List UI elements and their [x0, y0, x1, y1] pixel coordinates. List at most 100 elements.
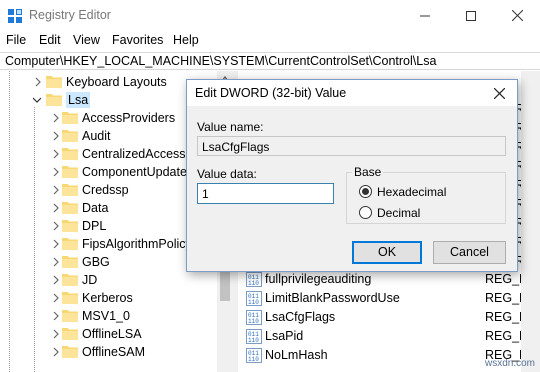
folder-icon: [62, 236, 78, 250]
menu-bar: File Edit View Favorites Help: [0, 31, 540, 50]
value-name: LimitBlankPasswordUse: [265, 291, 400, 305]
tree-item[interactable]: OfflineLSA: [0, 325, 232, 343]
value-name-label: Value name:: [197, 120, 264, 134]
close-icon: [493, 87, 505, 99]
menu-help[interactable]: Help: [173, 33, 199, 47]
menu-file[interactable]: File: [6, 33, 26, 47]
value-row[interactable]: 011 110 fullprivilegeauditing REG_BI: [238, 270, 540, 289]
chevron-right-icon[interactable]: [52, 293, 60, 303]
tree-item[interactable]: OfflineSAM: [0, 343, 232, 361]
chevron-right-icon[interactable]: [34, 77, 42, 87]
tree-item-label: ComponentUpdates: [82, 165, 194, 179]
address-bar[interactable]: Computer\HKEY_LOCAL_MACHINE\SYSTEM\Curre…: [0, 52, 540, 70]
tree-item[interactable]: JD: [0, 271, 232, 289]
dialog-close-button[interactable]: [487, 84, 511, 102]
regedit-icon: [8, 9, 22, 23]
chevron-right-icon[interactable]: [52, 221, 60, 231]
chevron-right-icon[interactable]: [52, 167, 60, 177]
svg-text:110: 110: [248, 337, 259, 344]
chevron-down-icon[interactable]: [33, 95, 41, 105]
tree-item-label: FipsAlgorithmPolicy: [82, 237, 192, 251]
tree-item-label: MSV1_0: [82, 309, 130, 323]
tree-item-label: OfflineLSA: [82, 327, 142, 341]
folder-icon: [62, 146, 78, 160]
minimize-icon: [420, 15, 430, 16]
close-icon: [511, 10, 523, 21]
folder-icon: [62, 164, 78, 178]
binary-value-icon: 011 110: [246, 310, 262, 325]
dialog-title-bar: Edit DWORD (32-bit) Value: [187, 80, 517, 106]
chevron-right-icon[interactable]: [52, 257, 60, 267]
svg-text:110: 110: [248, 280, 259, 287]
chevron-right-icon[interactable]: [52, 203, 60, 213]
tree-item-label: OfflineSAM: [82, 345, 145, 359]
folder-icon: [62, 182, 78, 196]
close-window-button[interactable]: [494, 0, 540, 31]
chevron-right-icon[interactable]: [52, 275, 60, 285]
tree-item-label: Keyboard Layouts: [66, 75, 167, 89]
folder-icon: [62, 272, 78, 286]
chevron-right-icon[interactable]: [52, 149, 60, 159]
tree-item-label: Kerberos: [82, 291, 133, 305]
tree-item[interactable]: Kerberos: [0, 289, 232, 307]
cancel-button[interactable]: Cancel: [433, 241, 506, 264]
svg-text:110: 110: [248, 299, 259, 306]
folder-icon: [62, 326, 78, 340]
hexadecimal-label: Hexadecimal: [377, 185, 447, 199]
folder-icon: [62, 344, 78, 358]
folder-icon: [62, 218, 78, 232]
binary-value-icon: 011 110: [246, 272, 262, 287]
tree-item-label: DPL: [82, 219, 107, 233]
tree-item-label: JD: [82, 273, 98, 287]
dialog-title: Edit DWORD (32-bit) Value: [195, 86, 347, 100]
tree-item-label: Audit: [82, 129, 111, 143]
values-scrollbar[interactable]: [521, 71, 540, 372]
folder-icon: [62, 128, 78, 142]
tree-item-label: CentralizedAccessPo: [82, 147, 201, 161]
ok-button[interactable]: OK: [352, 241, 422, 264]
menu-view[interactable]: View: [73, 33, 100, 47]
base-label: Base: [352, 165, 384, 179]
svg-text:110: 110: [248, 356, 259, 363]
tree-item-label: Data: [82, 201, 109, 215]
value-row[interactable]: 011 110 LsaPid REG_DV: [238, 327, 540, 346]
decimal-label: Decimal: [377, 206, 421, 220]
radio-selected-icon[interactable]: [359, 185, 372, 198]
folder-icon: [62, 308, 78, 322]
chevron-right-icon[interactable]: [52, 239, 60, 249]
minimize-button[interactable]: [402, 0, 448, 31]
radio-unselected-icon[interactable]: [359, 206, 372, 219]
chevron-right-icon[interactable]: [52, 185, 60, 195]
value-data-input[interactable]: 1: [197, 183, 334, 204]
chevron-right-icon[interactable]: [52, 329, 60, 339]
value-name-field: LsaCfgFlags: [197, 136, 506, 156]
binary-value-icon: 011 110: [246, 329, 262, 344]
folder-icon: [62, 290, 78, 304]
value-name: NoLmHash: [265, 348, 328, 362]
chevron-right-icon[interactable]: [52, 311, 60, 321]
edit-dword-dialog: Edit DWORD (32-bit) Value Value name: Ls…: [186, 79, 518, 272]
menu-favorites[interactable]: Favorites: [112, 33, 163, 47]
folder-icon: [62, 110, 78, 124]
address-path: Computer\HKEY_LOCAL_MACHINE\SYSTEM\Curre…: [5, 54, 437, 68]
maximize-icon: [466, 10, 476, 21]
value-name: fullprivilegeauditing: [265, 272, 372, 286]
maximize-button[interactable]: [448, 0, 494, 31]
value-row[interactable]: 011 110 LimitBlankPasswordUse REG_DV: [238, 289, 540, 308]
tree-item[interactable]: MSV1_0: [0, 307, 232, 325]
svg-text:110: 110: [248, 318, 259, 325]
folder-icon: [46, 74, 62, 88]
tree-item-label: GBG: [82, 255, 110, 269]
value-name: LsaPid: [265, 329, 304, 343]
tree-item-label: AccessProviders: [82, 111, 176, 125]
menu-edit[interactable]: Edit: [39, 33, 61, 47]
chevron-right-icon[interactable]: [52, 113, 60, 123]
tree-item-label: Lsa: [66, 92, 91, 108]
binary-value-icon: 011 110: [246, 291, 262, 306]
chevron-right-icon[interactable]: [52, 131, 60, 141]
binary-value-icon: 011 110: [246, 348, 262, 363]
value-row[interactable]: 011 110 LsaCfgFlags REG_DV: [238, 308, 540, 327]
folder-icon: [62, 254, 78, 268]
chevron-right-icon[interactable]: [52, 347, 60, 357]
window-title: Registry Editor: [29, 8, 111, 22]
